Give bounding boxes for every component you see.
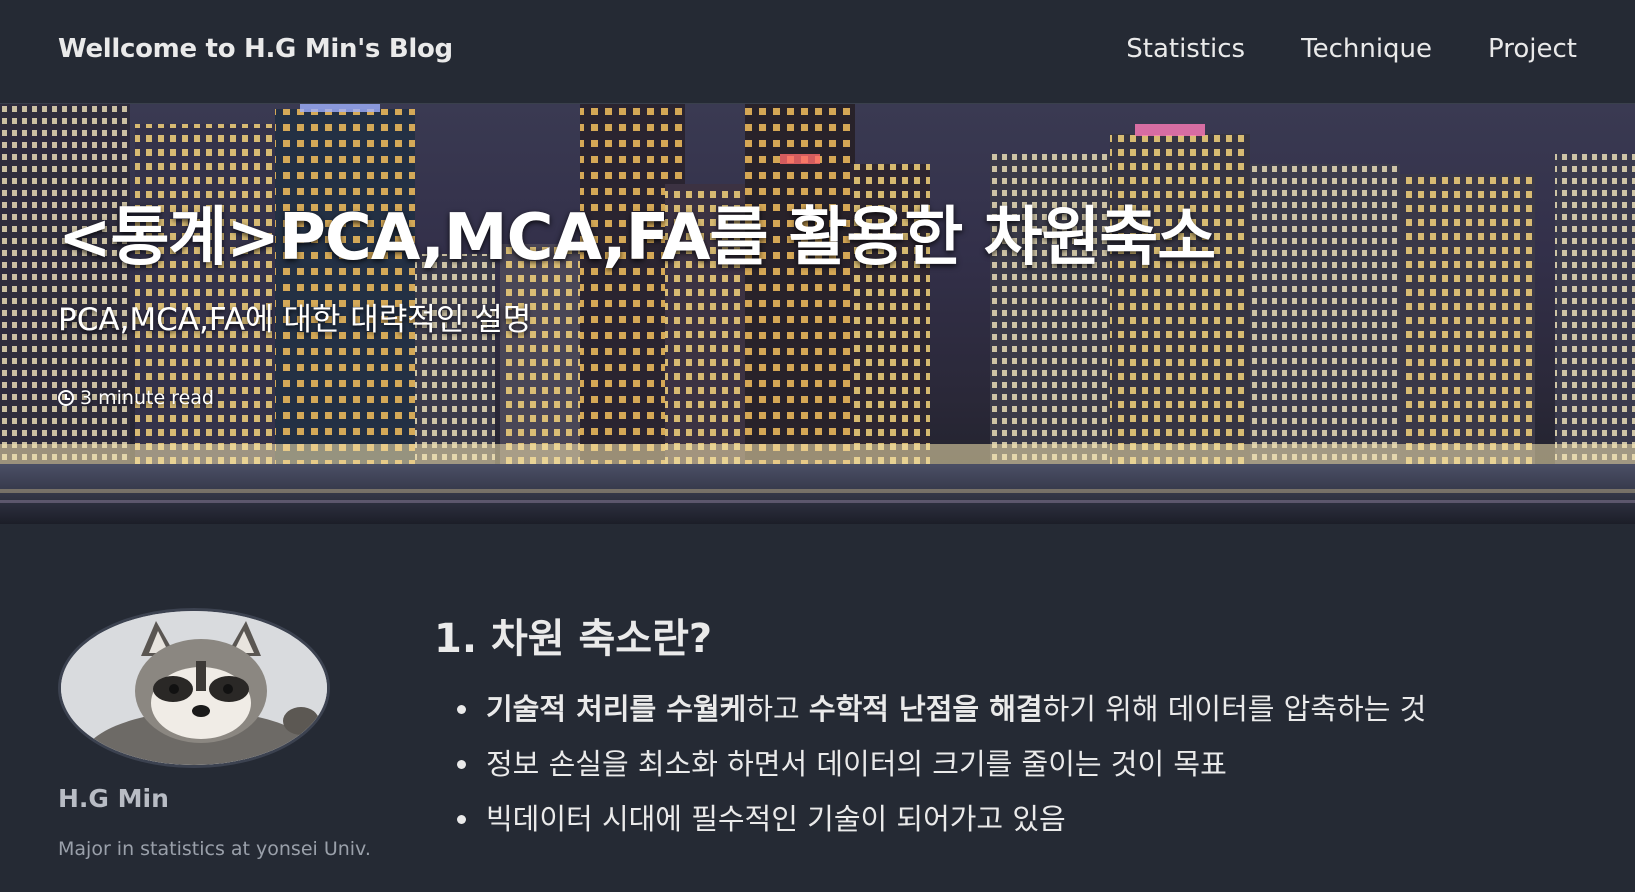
author-name: H.G Min <box>58 784 169 813</box>
author-avatar[interactable] <box>58 608 330 768</box>
list-item-text: 하기 위해 데이터를 압축하는 것 <box>1042 692 1427 726</box>
bullet-list: 기술적 처리를 수월케하고 수학적 난점을 해결하기 위해 데이터를 압축하는 … <box>434 682 1426 847</box>
nav-link-project[interactable]: Project <box>1488 34 1577 64</box>
clock-icon <box>58 390 74 406</box>
author-bio: Major in statistics at yonsei Univ. <box>58 838 371 860</box>
nav-link-statistics[interactable]: Statistics <box>1126 34 1245 64</box>
list-item-text: 빅데이터 시대에 필수적인 기술이 되어가고 있음 <box>486 802 1066 836</box>
post-title: <통계>PCA,MCA,FA를 활용한 차원축소 <box>58 201 1216 275</box>
raccoon-icon <box>61 611 327 765</box>
nav-link-technique[interactable]: Technique <box>1301 34 1432 64</box>
site-title-link[interactable]: Wellcome to H.G Min's Blog <box>58 34 453 64</box>
list-item: 기술적 처리를 수월케하고 수학적 난점을 해결하기 위해 데이터를 압축하는 … <box>482 682 1426 737</box>
list-item: 빅데이터 시대에 필수적인 기술이 되어가고 있음 <box>482 792 1426 847</box>
post-subtitle: PCA,MCA,FA에 대한 대략적인 설명 <box>58 302 532 338</box>
section-heading: 1. 차원 축소란? <box>434 616 713 662</box>
top-navigation-bar: Wellcome to H.G Min's Blog Statistics Te… <box>0 0 1635 104</box>
bold-text: 기술적 처리를 수월케 <box>486 692 747 726</box>
read-time-label: 3 minute read <box>80 387 214 409</box>
read-time: 3 minute read <box>58 387 214 409</box>
list-item-text: 하고 <box>746 692 809 726</box>
main-nav: Statistics Technique Project <box>1126 34 1577 64</box>
list-item: 정보 손실을 최소화 하면서 데이터의 크기를 줄이는 것이 목표 <box>482 737 1426 792</box>
hero-banner: <통계>PCA,MCA,FA를 활용한 차원축소 PCA,MCA,FA에 대한 … <box>0 104 1635 524</box>
list-item-text: 정보 손실을 최소화 하면서 데이터의 크기를 줄이는 것이 목표 <box>486 747 1227 781</box>
bold-text: 수학적 난점을 해결 <box>808 692 1043 726</box>
